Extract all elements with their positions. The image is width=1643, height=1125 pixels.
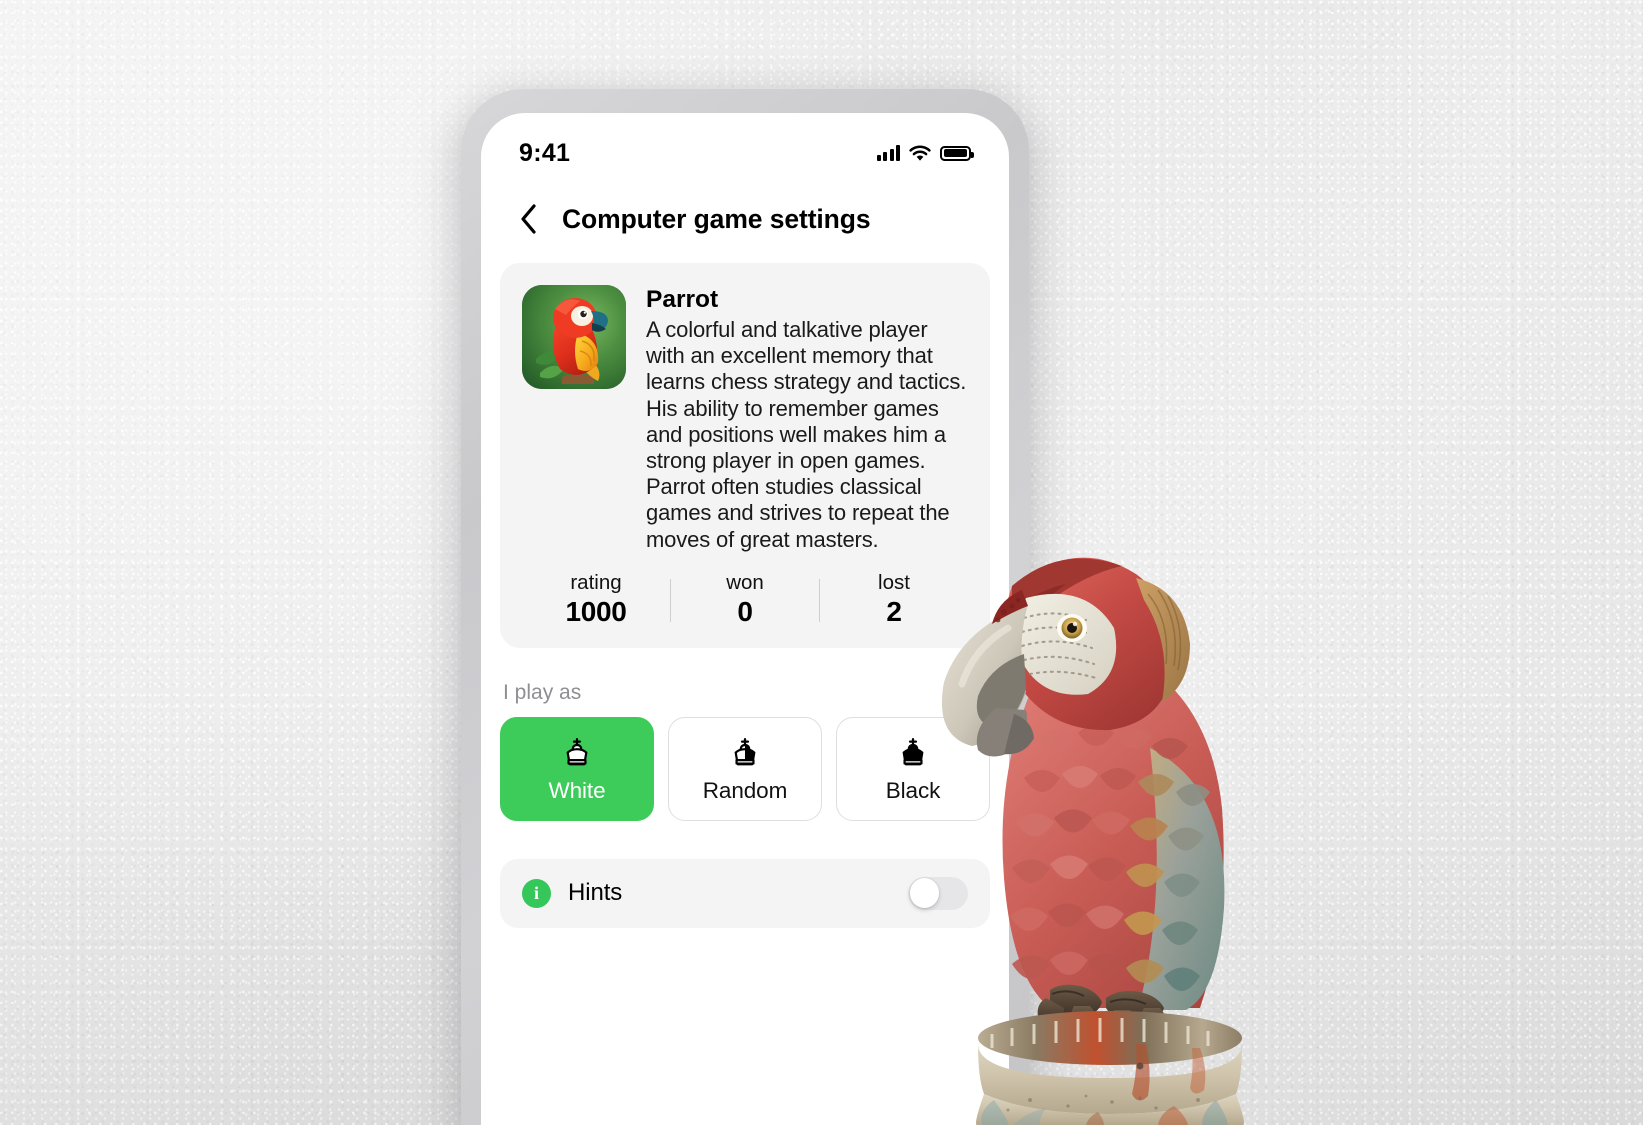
play-as-label: I play as xyxy=(503,680,582,704)
hints-label: Hints xyxy=(568,879,623,907)
stat-label: lost xyxy=(878,570,910,594)
play-as-options: White Random Black xyxy=(481,716,1009,821)
info-circle-icon: i xyxy=(522,878,551,908)
stat-value: 1000 xyxy=(565,595,627,627)
side-option-black[interactable]: Black xyxy=(836,716,990,821)
side-option-label: Random xyxy=(702,778,788,804)
chess-king-white-icon xyxy=(566,738,588,766)
stat-value: 2 xyxy=(886,595,902,627)
side-option-white[interactable]: White xyxy=(500,716,654,821)
hints-setting-row[interactable]: i Hints xyxy=(500,858,990,928)
page-title: Computer game settings xyxy=(562,203,871,234)
phone-screen: 9:41 Computer game settings Parrot A col… xyxy=(481,113,1009,1125)
chess-king-random-icon xyxy=(734,738,756,766)
hints-toggle[interactable] xyxy=(908,876,968,910)
status-bar: 9:41 xyxy=(481,113,1009,185)
side-option-label: White xyxy=(548,778,606,804)
bot-stats: rating 1000 won 0 lost 2 xyxy=(522,571,968,628)
stat-rating: rating 1000 xyxy=(522,571,670,628)
battery-full-icon xyxy=(940,145,974,161)
status-icons xyxy=(876,137,974,162)
scene: 9:41 Computer game settings Parrot A col… xyxy=(0,0,1643,1125)
stat-label: rating xyxy=(570,570,622,594)
stat-value: 0 xyxy=(737,595,753,627)
bot-info-card: Parrot A colorful and talkative player w… xyxy=(500,263,990,648)
toggle-knob xyxy=(909,878,940,909)
bot-description: A colorful and talkative player with an … xyxy=(646,317,967,552)
side-option-random[interactable]: Random xyxy=(668,716,822,821)
bot-header: Parrot A colorful and talkative player w… xyxy=(522,285,968,553)
bot-text: Parrot A colorful and talkative player w… xyxy=(646,285,968,553)
nav-bar: Computer game settings xyxy=(481,185,1009,257)
stat-won: won 0 xyxy=(671,571,819,628)
stat-label: won xyxy=(726,570,764,594)
back-button[interactable] xyxy=(511,199,545,239)
status-time: 9:41 xyxy=(519,138,571,167)
stat-lost: lost 2 xyxy=(820,571,968,628)
chevron-left-icon xyxy=(520,204,536,234)
wifi-icon xyxy=(909,145,931,161)
parrot-avatar xyxy=(522,285,626,389)
bot-name: Parrot xyxy=(646,286,719,313)
signal-bars-icon xyxy=(876,145,900,161)
chess-king-black-icon xyxy=(902,738,924,766)
side-option-label: Black xyxy=(885,778,941,804)
